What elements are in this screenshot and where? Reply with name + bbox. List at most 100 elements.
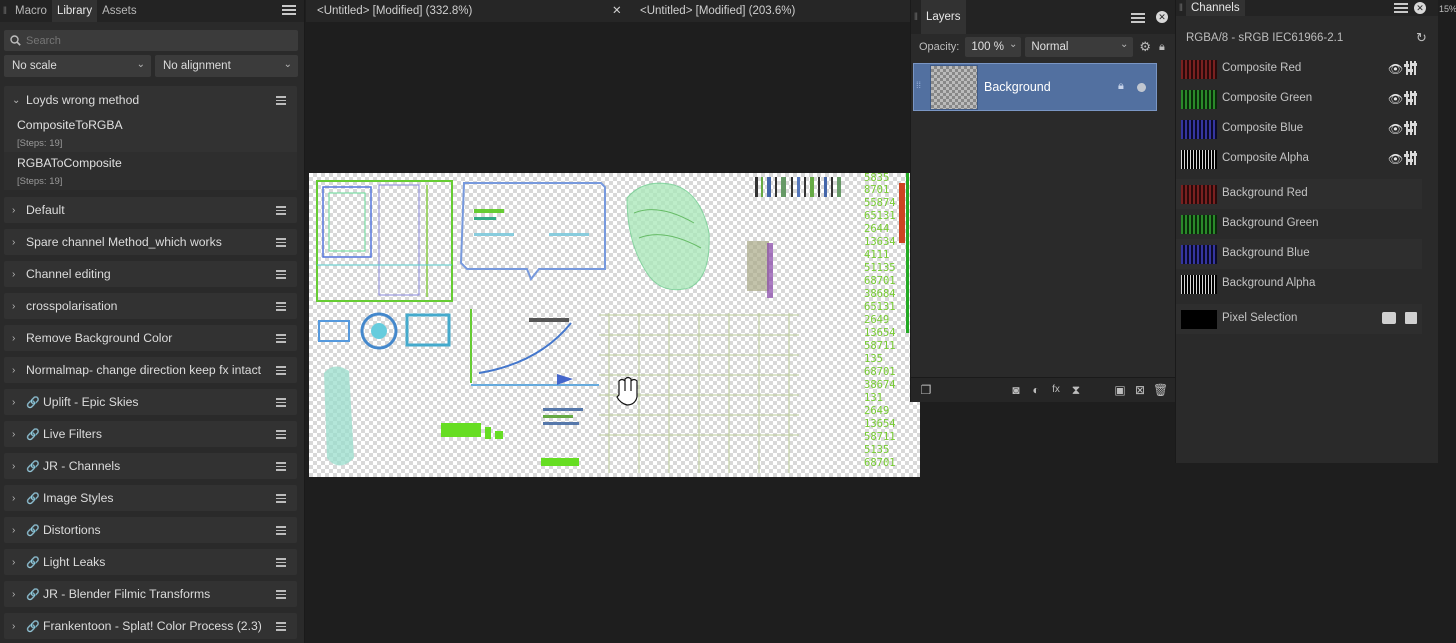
lock-icon[interactable]: 🔒︎ bbox=[1159, 41, 1165, 54]
group-menu-icon[interactable] bbox=[276, 460, 286, 473]
tab-layers[interactable]: Layers bbox=[921, 0, 966, 34]
chevron-right-icon[interactable]: › bbox=[12, 493, 26, 504]
invert-selection-icon[interactable] bbox=[1405, 312, 1417, 324]
tab-assets[interactable]: Assets bbox=[97, 0, 142, 22]
search-input[interactable] bbox=[26, 34, 276, 47]
channel-row-background-green[interactable]: Background Green bbox=[1176, 209, 1422, 239]
alignment-dropdown[interactable]: No alignment ⌄ bbox=[155, 55, 298, 77]
layer-row-background[interactable]: ⁞⁞ Background 🔒︎ bbox=[913, 63, 1157, 111]
macro-group[interactable]: › 🔗 Light Leaks bbox=[4, 549, 297, 575]
group-menu-icon[interactable] bbox=[276, 556, 286, 569]
macro-group[interactable]: › crosspolarisation bbox=[4, 293, 297, 319]
channel-row-background-blue[interactable]: Background Blue bbox=[1176, 239, 1422, 269]
folder-icon[interactable]: ▣ bbox=[1113, 383, 1127, 397]
group-menu-icon[interactable] bbox=[276, 300, 286, 313]
chevron-right-icon[interactable]: › bbox=[12, 269, 26, 280]
opacity-field[interactable]: 100 % ⌄ bbox=[965, 37, 1022, 57]
group-menu-icon[interactable] bbox=[276, 588, 286, 601]
group-menu-icon[interactable] bbox=[276, 428, 286, 441]
chevron-right-icon[interactable]: › bbox=[12, 333, 26, 344]
panel-menu-icon[interactable] bbox=[282, 3, 296, 17]
macro-group[interactable]: › Default bbox=[4, 197, 297, 223]
channel-row-composite-alpha[interactable]: Composite Alpha 👁︎ bbox=[1176, 144, 1422, 174]
tab-library[interactable]: Library bbox=[51, 0, 98, 22]
eye-icon[interactable]: 👁︎ bbox=[1388, 152, 1403, 166]
scale-dropdown[interactable]: No scale ⌄ bbox=[4, 55, 151, 77]
macro-group-header[interactable]: ⌄ Loyds wrong method bbox=[4, 86, 297, 114]
close-tab-button[interactable]: ✕ bbox=[612, 0, 622, 22]
fx-icon[interactable]: fx bbox=[1049, 383, 1063, 397]
group-menu-icon[interactable] bbox=[276, 332, 286, 345]
document-tab-2[interactable]: <Untitled> [Modified] (203.6%) bbox=[640, 0, 795, 22]
channel-row-composite-red[interactable]: Composite Red 👁︎ bbox=[1176, 54, 1422, 84]
channel-row-background-alpha[interactable]: Background Alpha bbox=[1176, 269, 1422, 299]
macro-group[interactable]: › 🔗 Distortions bbox=[4, 517, 297, 543]
group-menu-icon[interactable] bbox=[276, 524, 286, 537]
chevron-right-icon[interactable]: › bbox=[12, 397, 26, 408]
chevron-right-icon[interactable]: › bbox=[12, 429, 26, 440]
sliders-icon[interactable] bbox=[1404, 150, 1418, 166]
visibility-dot-icon[interactable] bbox=[1137, 83, 1146, 92]
chevron-right-icon[interactable]: › bbox=[12, 365, 26, 376]
group-menu-icon[interactable] bbox=[276, 204, 286, 217]
gear-icon[interactable]: ⚙ bbox=[1139, 39, 1151, 55]
macro-group[interactable]: › 🔗 Image Styles bbox=[4, 485, 297, 511]
macro-group[interactable]: › Normalmap- change direction keep fx int… bbox=[4, 357, 297, 383]
mask-icon[interactable]: ◙ bbox=[1009, 383, 1023, 397]
macro-group[interactable]: › 🔗 Live Filters bbox=[4, 421, 297, 447]
macro-group[interactable]: › 🔗 JR - Channels bbox=[4, 453, 297, 479]
group-menu-icon[interactable] bbox=[276, 396, 286, 409]
group-menu-icon[interactable] bbox=[276, 620, 286, 633]
adjustment-icon[interactable]: ◐ bbox=[1029, 383, 1043, 397]
channel-row-background-red[interactable]: Background Red bbox=[1176, 179, 1422, 209]
sliders-icon[interactable] bbox=[1404, 60, 1418, 76]
macro-group[interactable]: › Spare channel Method_which works bbox=[4, 229, 297, 255]
chevron-right-icon[interactable]: › bbox=[12, 237, 26, 248]
close-icon[interactable]: ✕ bbox=[612, 5, 622, 17]
chevron-right-icon[interactable]: › bbox=[12, 557, 26, 568]
channel-row-composite-green[interactable]: Composite Green 👁︎ bbox=[1176, 84, 1422, 114]
group-menu-icon[interactable] bbox=[276, 492, 286, 505]
close-panel-button[interactable]: ✕ bbox=[1156, 11, 1168, 23]
sliders-icon[interactable] bbox=[1404, 120, 1418, 136]
reset-icon[interactable]: ↻ bbox=[1416, 30, 1427, 46]
eye-icon[interactable]: 👁︎ bbox=[1388, 62, 1403, 76]
chevron-down-icon[interactable]: ⌄ bbox=[12, 95, 26, 106]
group-menu-icon[interactable] bbox=[276, 236, 286, 249]
chevron-right-icon[interactable]: › bbox=[12, 525, 26, 536]
panel-menu-icon[interactable] bbox=[1131, 11, 1145, 25]
panel-grip-icon[interactable]: ‖ bbox=[911, 0, 921, 34]
panel-grip-icon[interactable]: ‖ bbox=[1176, 0, 1186, 16]
group-menu-icon[interactable] bbox=[276, 268, 286, 281]
eye-icon[interactable]: 👁︎ bbox=[1388, 122, 1403, 136]
chevron-right-icon[interactable]: › bbox=[12, 621, 26, 632]
macro-group[interactable]: › 🔗 Frankentoon - Splat! Color Process (2.… bbox=[4, 613, 297, 639]
document-canvas[interactable]: 5835 8701 55874 65131 2644 13634 4111 51… bbox=[309, 173, 920, 477]
macro-group[interactable]: › Channel editing bbox=[4, 261, 297, 287]
document-tab-1[interactable]: <Untitled> [Modified] (332.8%) bbox=[317, 0, 472, 22]
tab-channels[interactable]: Channels bbox=[1186, 0, 1245, 16]
chevron-right-icon[interactable]: › bbox=[12, 301, 26, 312]
search-box[interactable] bbox=[4, 30, 298, 51]
chevron-right-icon[interactable]: › bbox=[12, 205, 26, 216]
blend-mode-dropdown[interactable]: Normal ⌄ bbox=[1025, 37, 1134, 57]
macro-group[interactable]: › 🔗 JR - Blender Filmic Transforms bbox=[4, 581, 297, 607]
panel-menu-icon[interactable] bbox=[1394, 1, 1408, 15]
chevron-right-icon[interactable]: › bbox=[12, 461, 26, 472]
close-panel-button[interactable]: ✕ bbox=[1414, 2, 1426, 14]
panel-grip-icon[interactable]: ‖ bbox=[0, 0, 10, 22]
channel-row-composite-blue[interactable]: Composite Blue 👁︎ bbox=[1176, 114, 1422, 144]
layer-stack-icon[interactable]: ❐ bbox=[919, 383, 933, 397]
group-menu-icon[interactable] bbox=[276, 364, 286, 377]
add-pixel-layer-icon[interactable]: ⊠ bbox=[1133, 383, 1147, 397]
drag-handle-icon[interactable]: ⁞⁞ bbox=[916, 80, 921, 90]
channel-row-pixel-selection[interactable]: Pixel Selection bbox=[1176, 304, 1422, 334]
sliders-icon[interactable] bbox=[1404, 90, 1418, 106]
macro-item[interactable]: CompositeToRGBA [Steps: 19] bbox=[4, 114, 297, 152]
macro-group[interactable]: › Remove Background Color bbox=[4, 325, 297, 351]
selection-to-mask-icon[interactable] bbox=[1382, 312, 1396, 324]
macro-group[interactable]: › 🔗 Uplift - Epic Skies bbox=[4, 389, 297, 415]
tab-macro[interactable]: Macro bbox=[10, 0, 52, 22]
trash-icon[interactable]: 🗑︎ bbox=[1153, 383, 1168, 397]
chevron-right-icon[interactable]: › bbox=[12, 589, 26, 600]
